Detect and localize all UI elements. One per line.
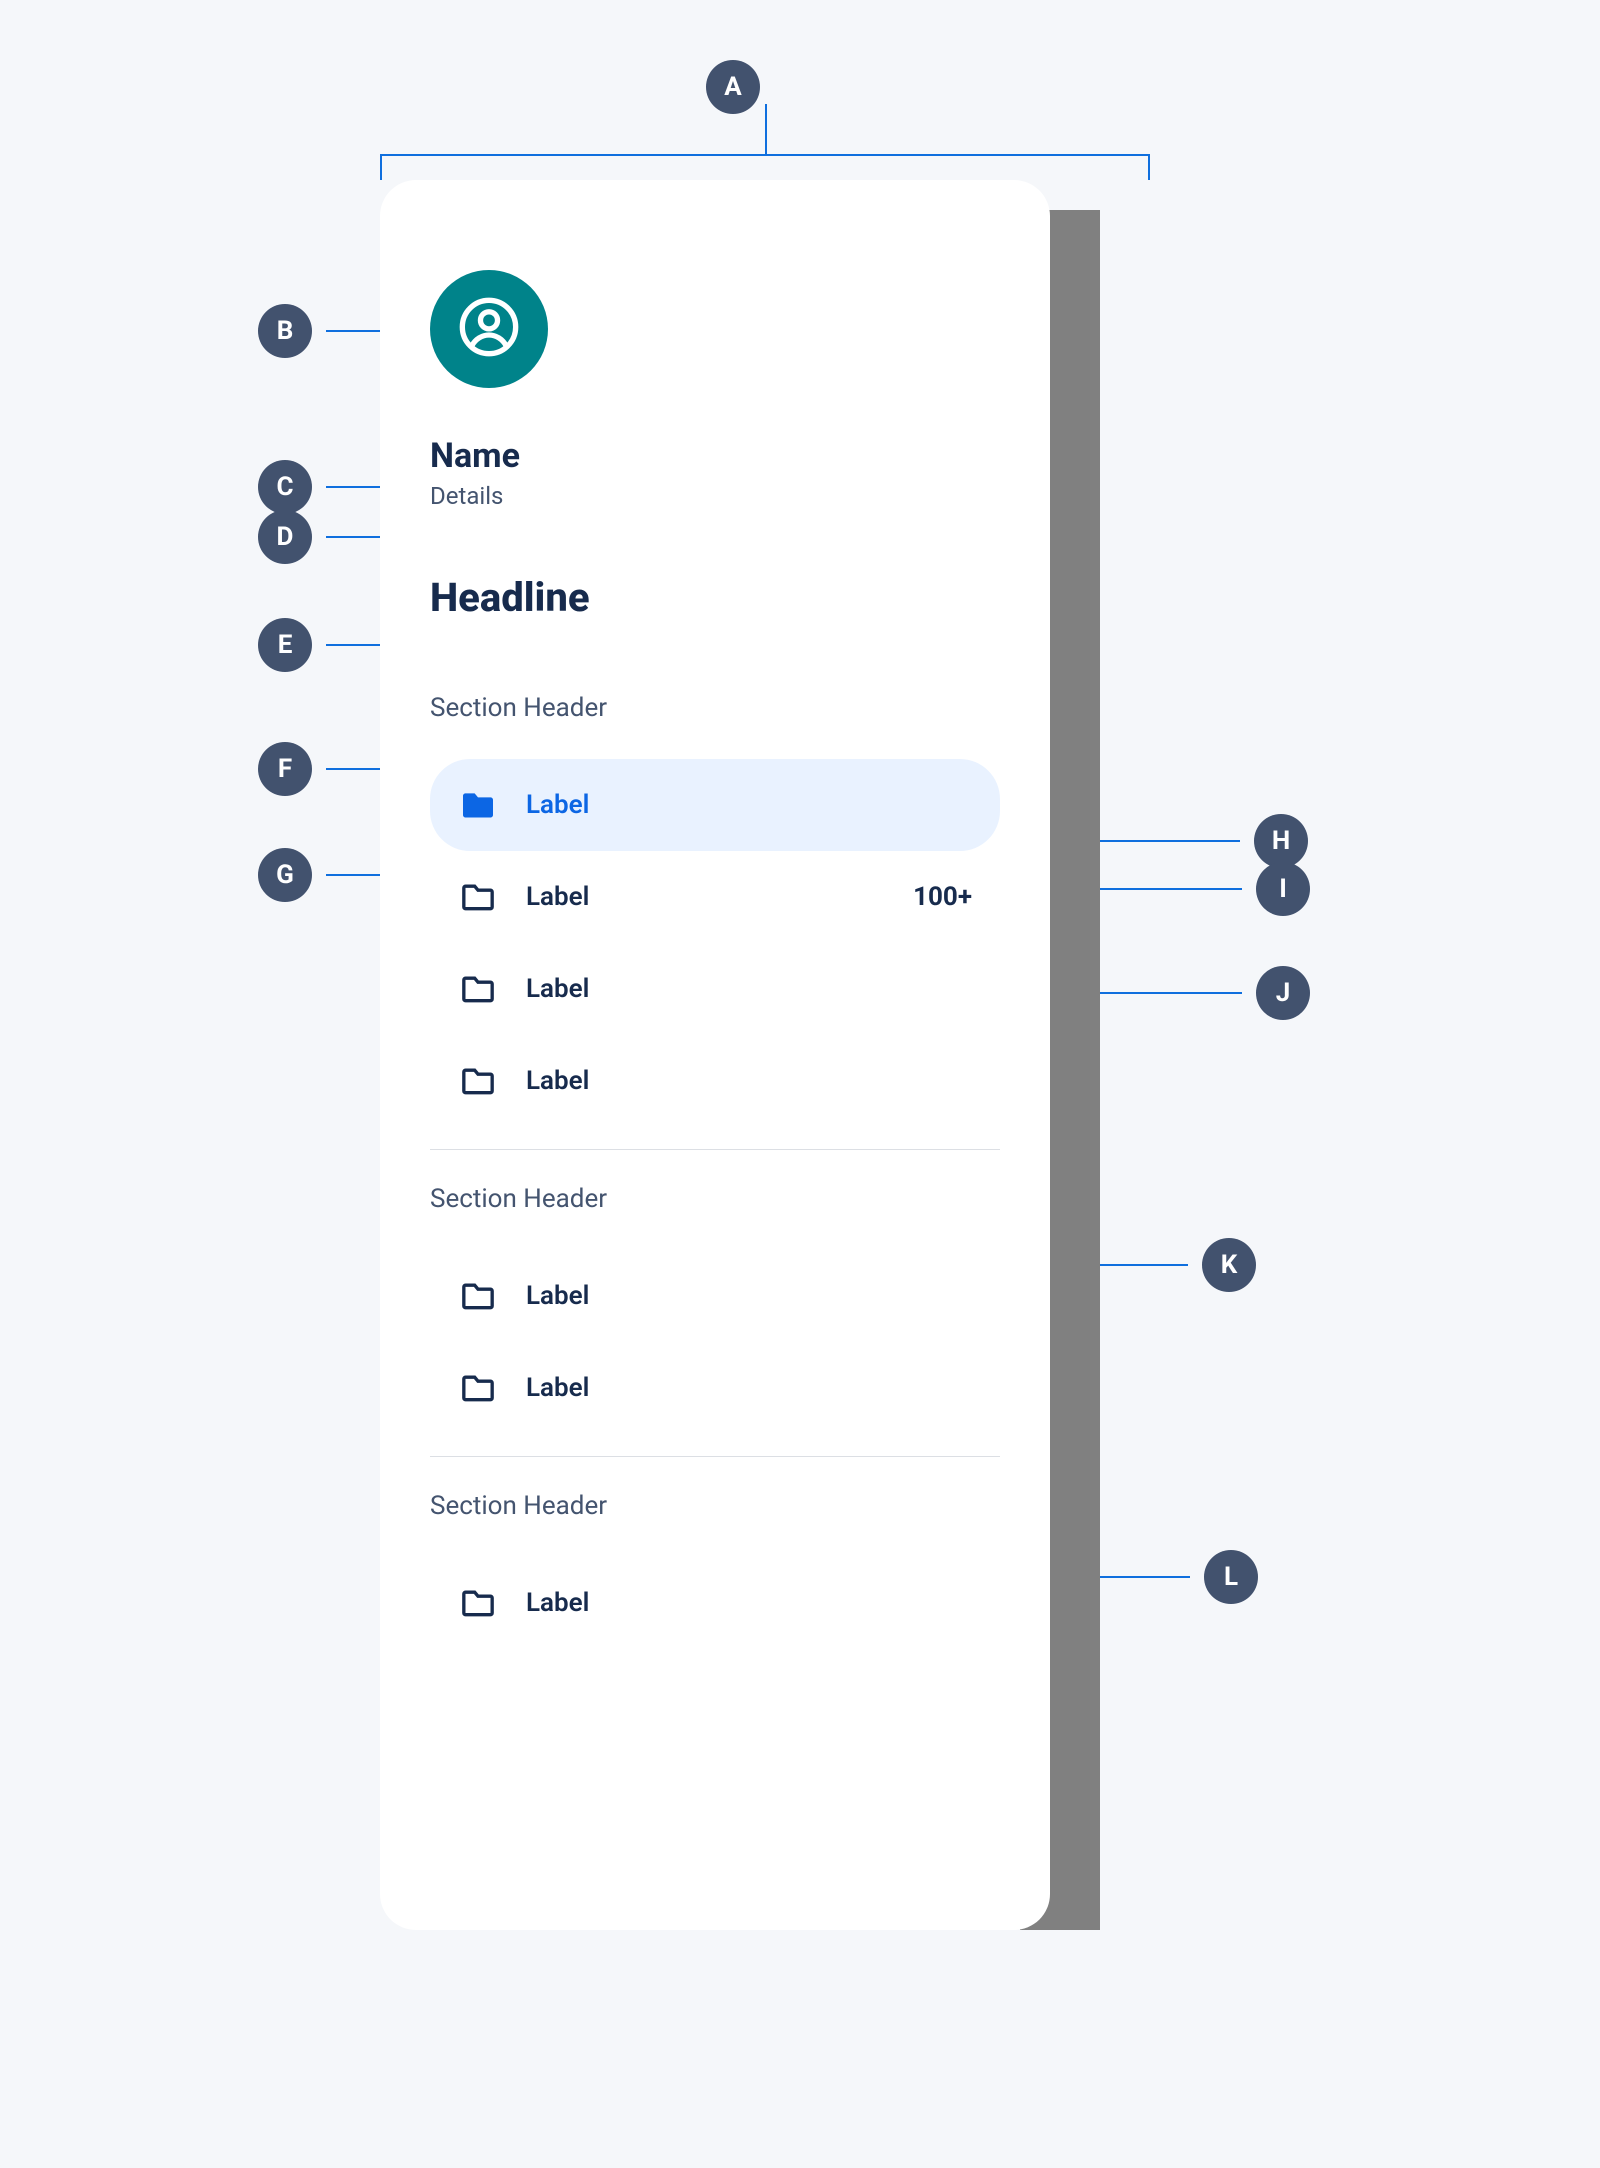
avatar — [430, 270, 548, 388]
annotation-badge-l: L — [1204, 1550, 1258, 1604]
profile-details: Details — [430, 482, 1000, 510]
anatomy-diagram: A B C D E F G H I J K L — [0, 0, 1600, 2168]
annotation-badge-c: C — [258, 460, 312, 514]
section-header: Section Header — [430, 1491, 1000, 1521]
nav-item-label: Label — [526, 790, 589, 820]
nav-item-label: Label — [526, 1281, 589, 1311]
nav-item-label: Label — [526, 882, 589, 912]
nav-item-label: Label — [526, 1066, 589, 1096]
folder-icon — [458, 1276, 498, 1316]
nav-item[interactable]: Label — [430, 1250, 1000, 1342]
nav-item[interactable]: Label — [430, 1557, 1000, 1649]
section-header: Section Header — [430, 693, 1000, 723]
annotation-badge-k: K — [1202, 1238, 1256, 1292]
annotation-badge-g: G — [258, 848, 312, 902]
annotation-badge-i: I — [1256, 862, 1310, 916]
folder-icon — [458, 1583, 498, 1623]
folder-icon — [458, 1061, 498, 1101]
section-header: Section Header — [430, 1184, 1000, 1214]
annotation-badge-h: H — [1254, 814, 1308, 868]
annotation-badge-f: F — [258, 742, 312, 796]
nav-item-label: Label — [526, 1373, 589, 1403]
bracket-a — [380, 154, 1150, 180]
folder-icon — [458, 969, 498, 1009]
drawer-headline: Headline — [430, 574, 1000, 621]
nav-item[interactable]: Label — [430, 1035, 1000, 1127]
folder-icon — [458, 1368, 498, 1408]
navigation-drawer: Name Details Headline Section Header Lab… — [380, 180, 1050, 1930]
nav-item[interactable]: Label — [430, 1342, 1000, 1434]
nav-item[interactable]: Label — [430, 943, 1000, 1035]
section-divider — [430, 1456, 1000, 1457]
section-divider — [430, 1149, 1000, 1150]
nav-item-label: Label — [526, 1588, 589, 1618]
nav-item[interactable]: Label — [430, 759, 1000, 851]
folder-icon — [458, 785, 498, 825]
user-icon — [457, 295, 521, 363]
annotation-badge-b: B — [258, 304, 312, 358]
nav-item[interactable]: Label 100+ — [430, 851, 1000, 943]
annotation-badge-e: E — [258, 618, 312, 672]
annotation-badge-a: A — [706, 60, 760, 114]
annotation-badge-d: D — [258, 510, 312, 564]
folder-icon — [458, 877, 498, 917]
nav-item-badge: 100+ — [913, 882, 972, 912]
nav-item-label: Label — [526, 974, 589, 1004]
profile-name: Name — [430, 436, 1000, 476]
drawer-container: Name Details Headline Section Header Lab… — [380, 180, 1100, 1930]
annotation-badge-j: J — [1256, 966, 1310, 1020]
